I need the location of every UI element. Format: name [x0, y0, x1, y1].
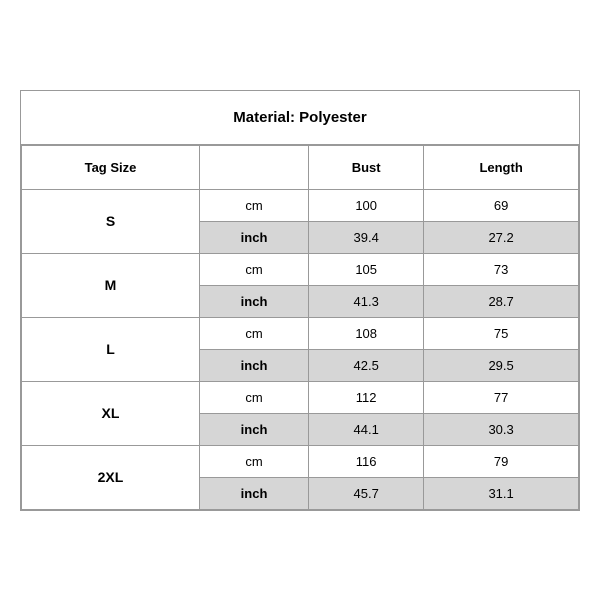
unit-cm: cm: [199, 381, 308, 413]
bust-cm: 116: [309, 445, 424, 477]
unit-inch: inch: [199, 477, 308, 509]
header-empty: [199, 145, 308, 189]
table-row: Lcm10875: [22, 317, 579, 349]
length-cm: 77: [424, 381, 579, 413]
header-length: Length: [424, 145, 579, 189]
tag-size-cell: S: [22, 189, 200, 253]
size-chart: Material: Polyester Tag Size Bust Length…: [20, 90, 580, 511]
length-cm: 79: [424, 445, 579, 477]
bust-inch: 41.3: [309, 285, 424, 317]
length-cm: 75: [424, 317, 579, 349]
table-row: XLcm11277: [22, 381, 579, 413]
bust-cm: 108: [309, 317, 424, 349]
unit-inch: inch: [199, 349, 308, 381]
tag-size-cell: L: [22, 317, 200, 381]
tag-size-cell: M: [22, 253, 200, 317]
tag-size-cell: XL: [22, 381, 200, 445]
unit-cm: cm: [199, 189, 308, 221]
length-inch: 28.7: [424, 285, 579, 317]
unit-inch: inch: [199, 221, 308, 253]
length-cm: 73: [424, 253, 579, 285]
length-inch: 30.3: [424, 413, 579, 445]
bust-inch: 42.5: [309, 349, 424, 381]
size-table: Tag Size Bust Length Scm10069inch39.427.…: [21, 145, 579, 510]
length-inch: 27.2: [424, 221, 579, 253]
unit-cm: cm: [199, 253, 308, 285]
bust-inch: 44.1: [309, 413, 424, 445]
table-row: Mcm10573: [22, 253, 579, 285]
unit-cm: cm: [199, 317, 308, 349]
header-tag-size: Tag Size: [22, 145, 200, 189]
unit-cm: cm: [199, 445, 308, 477]
unit-inch: inch: [199, 413, 308, 445]
unit-inch: inch: [199, 285, 308, 317]
bust-inch: 39.4: [309, 221, 424, 253]
bust-inch: 45.7: [309, 477, 424, 509]
bust-cm: 100: [309, 189, 424, 221]
length-inch: 31.1: [424, 477, 579, 509]
length-inch: 29.5: [424, 349, 579, 381]
chart-title: Material: Polyester: [21, 91, 579, 145]
table-row: 2XLcm11679: [22, 445, 579, 477]
header-bust: Bust: [309, 145, 424, 189]
bust-cm: 112: [309, 381, 424, 413]
header-row: Tag Size Bust Length: [22, 145, 579, 189]
bust-cm: 105: [309, 253, 424, 285]
length-cm: 69: [424, 189, 579, 221]
table-row: Scm10069: [22, 189, 579, 221]
tag-size-cell: 2XL: [22, 445, 200, 509]
